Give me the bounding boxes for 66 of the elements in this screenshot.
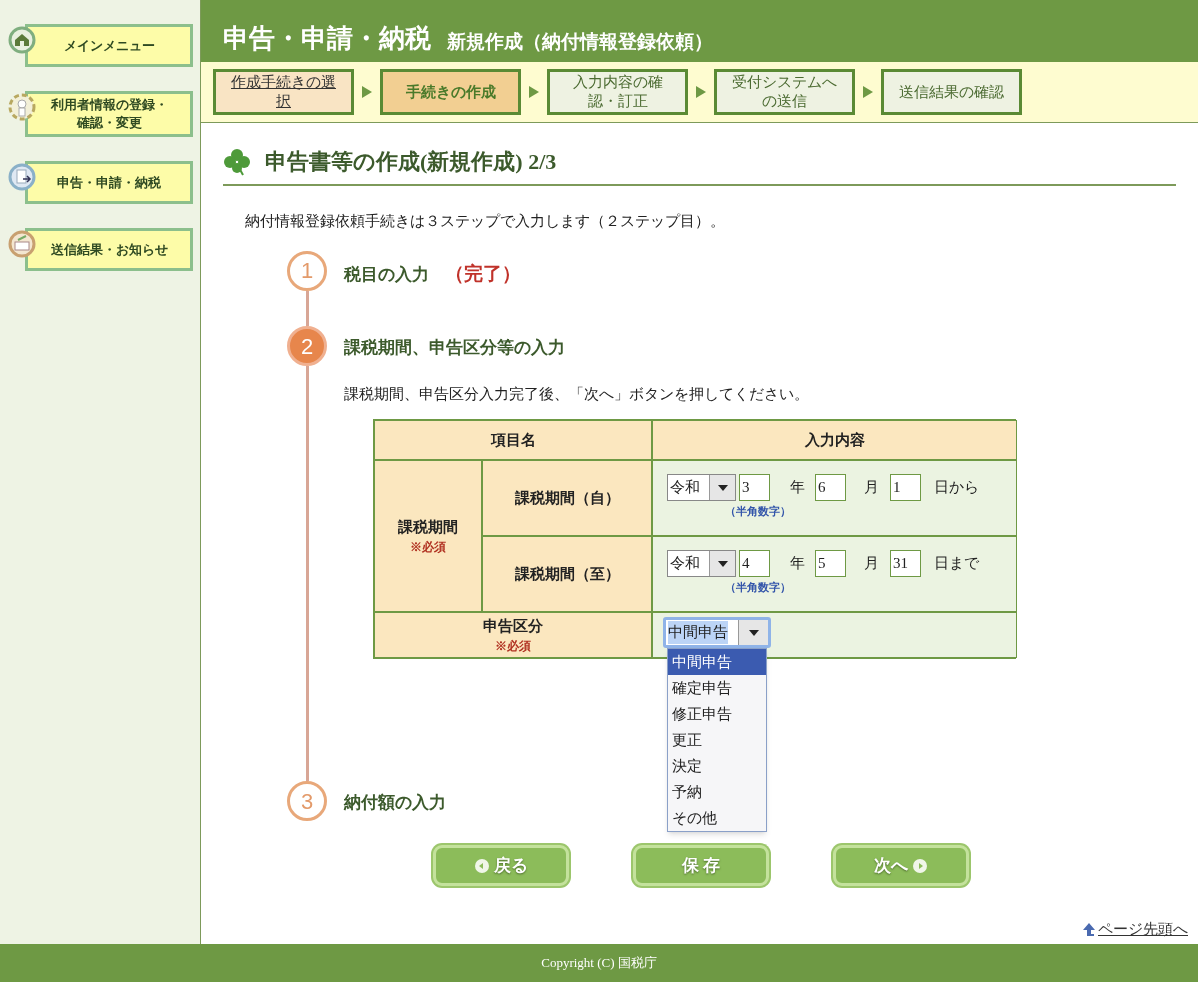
house-icon xyxy=(8,26,36,54)
dropdown-option[interactable]: 更正 xyxy=(668,727,766,753)
dropdown-option[interactable]: 修正申告 xyxy=(668,701,766,727)
column-header: 入力内容 xyxy=(652,420,1017,460)
caret-icon xyxy=(717,560,728,567)
arrow-icon xyxy=(362,86,372,98)
step-tab[interactable]: 入力内容の確認・訂正 xyxy=(547,69,688,115)
intro-text: 納付情報登録依頼手続きは３ステップで入力します（２ステップ目）。 xyxy=(245,212,726,231)
document-icon xyxy=(8,163,36,191)
row-header: 課税期間 xyxy=(398,517,458,537)
column-header: 項目名 xyxy=(374,420,652,460)
caret-icon xyxy=(717,484,728,491)
copyright-text: Copyright (C) 国税庁 xyxy=(541,954,657,973)
number-input[interactable]: 1 xyxy=(890,474,921,501)
step-tab[interactable]: 作成手続きの選択 xyxy=(213,69,354,115)
number-input[interactable]: 4 xyxy=(739,550,770,577)
dropdown-option[interactable]: 確定申告 xyxy=(668,675,766,701)
caret-icon xyxy=(748,629,759,636)
menu-button[interactable]: 利用者情報の登録・確認・変更 xyxy=(25,91,193,137)
step-label: 納付額の入力 xyxy=(344,792,446,814)
step-label: 課税期間、申告区分等の入力 xyxy=(344,337,565,359)
era-select[interactable]: 令和 xyxy=(667,550,736,577)
instruction-text: 課税期間、申告区分入力完了後、「次へ」ボタンを押してください。 xyxy=(344,384,810,404)
menu-button[interactable]: メインメニュー xyxy=(25,24,193,67)
unit-label: 日まで xyxy=(934,554,979,574)
up-arrow-icon xyxy=(1082,921,1096,936)
step-tab[interactable]: 受付システムへの送信 xyxy=(714,69,855,115)
number-input[interactable]: 6 xyxy=(815,474,846,501)
arrow-icon xyxy=(529,86,539,98)
status-text: （完了） xyxy=(445,261,521,286)
unit-label: 年 xyxy=(790,554,805,574)
page-title: 申告・申請・納税 xyxy=(223,26,431,52)
era-select[interactable]: 令和 xyxy=(667,474,736,501)
step-number: 2 xyxy=(287,326,327,366)
number-input[interactable]: 31 xyxy=(890,550,921,577)
step-label: 税目の入力 xyxy=(344,263,429,286)
unit-label: 年 xyxy=(790,478,805,498)
page-subtitle: 新規作成（納付情報登録依頼） xyxy=(447,32,713,51)
hint-text: （半角数字） xyxy=(725,580,791,595)
hint-text: （半角数字） xyxy=(725,504,791,519)
row-header: 課税期間（自） xyxy=(482,460,652,536)
step-number: 1 xyxy=(287,250,327,291)
unit-label: 月 xyxy=(864,478,879,498)
number-input[interactable]: 5 xyxy=(815,550,846,577)
arrow-icon xyxy=(696,86,706,98)
menu-button[interactable]: 申告・申請・納税 xyxy=(25,161,193,204)
row-header: 申告区分 xyxy=(483,616,543,636)
step-number: 3 xyxy=(287,781,327,821)
dropdown-option[interactable]: 中間申告 xyxy=(668,649,766,675)
category-select[interactable]: 中間申告 xyxy=(663,617,771,648)
row-header: 課税期間（至） xyxy=(482,536,652,612)
menu-button[interactable]: 送信結果・お知らせ xyxy=(25,228,193,271)
person-icon xyxy=(8,93,36,121)
envelope-icon xyxy=(8,230,36,258)
dropdown-option[interactable]: 予納 xyxy=(668,779,766,805)
dropdown-option[interactable]: 決定 xyxy=(668,753,766,779)
required-note: ※必須 xyxy=(410,539,446,557)
clover-icon xyxy=(223,147,251,176)
required-note: ※必須 xyxy=(495,638,531,656)
number-input[interactable]: 3 xyxy=(739,474,770,501)
step-tab[interactable]: 送信結果の確認 xyxy=(881,69,1022,115)
dropdown-option[interactable]: その他 xyxy=(668,805,766,831)
arrow-icon xyxy=(863,86,873,98)
unit-label: 日から xyxy=(934,478,979,498)
section-heading: 申告書等の作成(新規作成) 2/3 xyxy=(265,148,557,176)
unit-label: 月 xyxy=(864,554,879,574)
